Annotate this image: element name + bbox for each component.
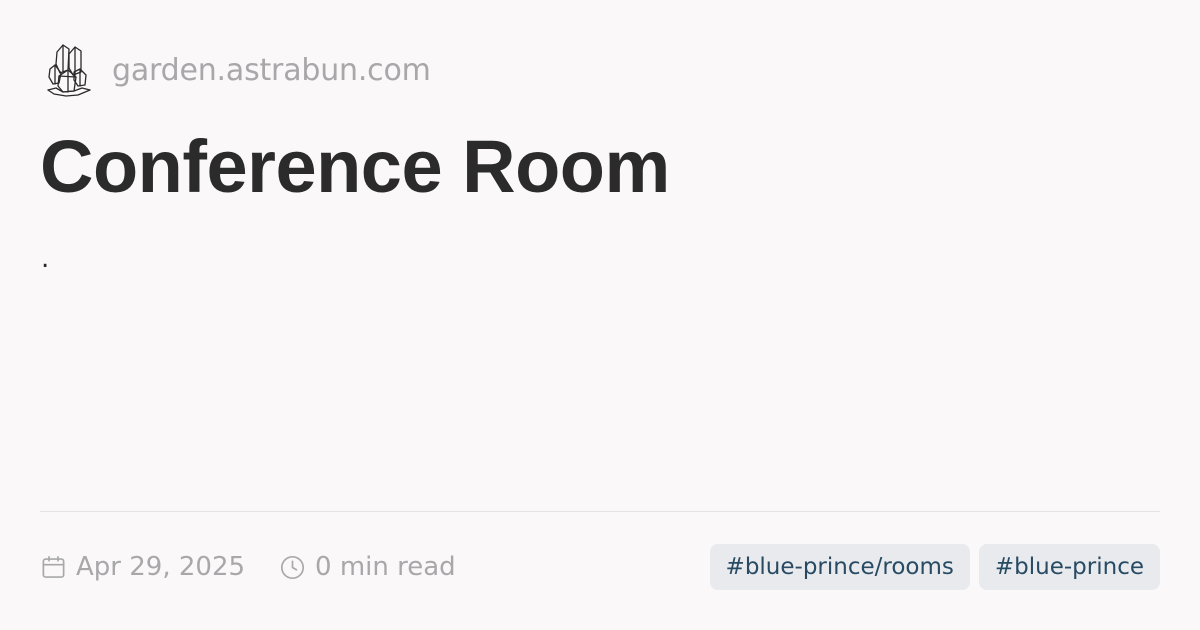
divider <box>40 511 1160 512</box>
clock-icon <box>281 555 305 579</box>
calendar-icon <box>42 555 65 578</box>
site-name[interactable]: garden.astrabun.com <box>112 53 431 88</box>
page-description: . <box>41 244 50 274</box>
page-title: Conference Room <box>40 125 670 208</box>
reading-time-meta: 0 min read <box>279 552 456 582</box>
post-meta: Apr 29, 2025 0 min read <box>40 544 456 590</box>
reading-time: 0 min read <box>315 552 456 582</box>
site-header: garden.astrabun.com <box>44 40 431 100</box>
post-date: Apr 29, 2025 <box>76 552 246 582</box>
tag-blue-prince-rooms[interactable]: #blue-prince/rooms <box>709 544 970 590</box>
crystal-logo-icon <box>47 44 91 97</box>
date-meta: Apr 29, 2025 <box>40 552 245 582</box>
tag-blue-prince[interactable]: #blue-prince <box>978 544 1160 590</box>
tag-list: #blue-prince/rooms #blue-prince <box>709 544 1160 590</box>
